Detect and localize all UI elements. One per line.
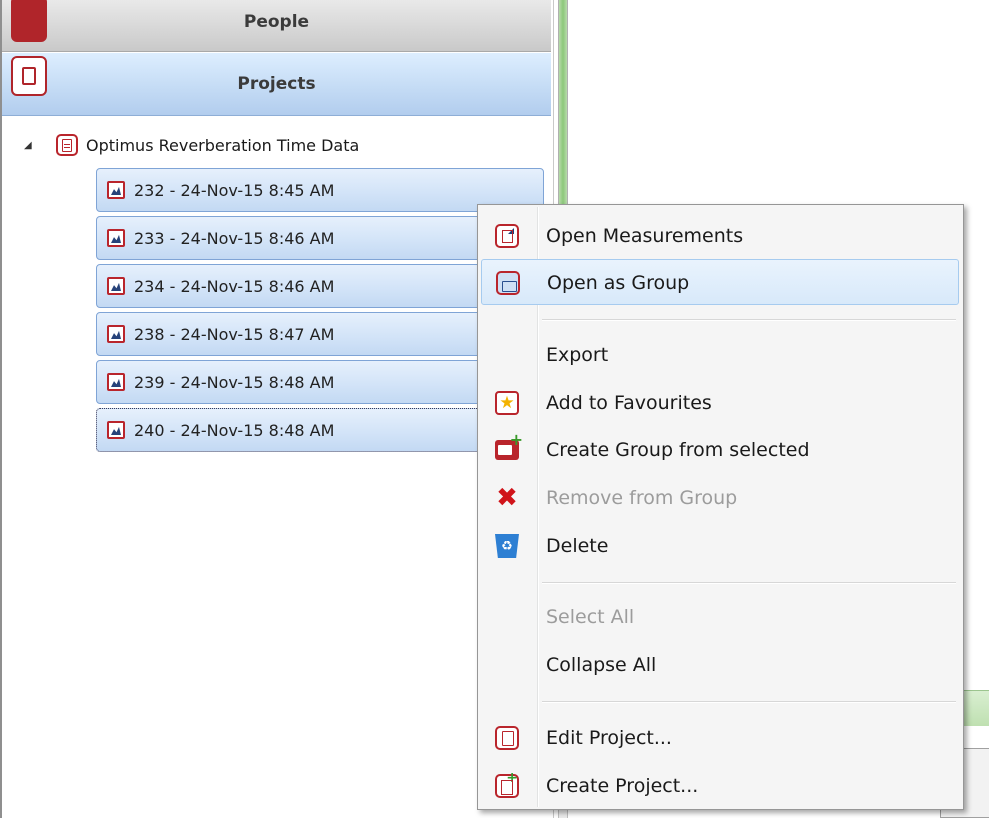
menu-item-delete[interactable]: ♻ Delete: [481, 523, 959, 569]
menu-item-label: Open as Group: [547, 272, 690, 294]
menu-item-label: Delete: [546, 535, 609, 557]
navigation-panel: People Projects ◢ Optimus Reverberation …: [0, 0, 554, 818]
edit-project-icon: [495, 726, 519, 750]
tree-item-label: 234 - 24-Nov-15 8:46 AM: [134, 276, 335, 296]
menu-item-label: Open Measurements: [546, 225, 744, 247]
recycle-bin-icon: ♻: [495, 534, 519, 558]
create-project-icon: [495, 770, 519, 798]
nav-projects-label: Projects: [237, 74, 316, 94]
menu-item-label: Create Group from selected: [546, 439, 810, 461]
menu-item-label: Edit Project...: [546, 727, 672, 749]
tree-item-label: 240 - 24-Nov-15 8:48 AM: [134, 420, 335, 440]
menu-item-open-as-group[interactable]: Open as Group: [481, 259, 959, 305]
panel-splitter-highlight[interactable]: [558, 0, 568, 228]
measurement-icon: [107, 373, 125, 391]
tree-item-label: 232 - 24-Nov-15 8:45 AM: [134, 180, 335, 200]
measurement-icon: [107, 229, 125, 247]
red-x-icon: ✖: [496, 483, 518, 513]
menu-item-label: Remove from Group: [546, 487, 738, 509]
nav-projects-header[interactable]: Projects: [2, 53, 551, 116]
menu-item-create-project[interactable]: Create Project...: [481, 763, 959, 809]
project-icon: [56, 134, 78, 156]
menu-item-export[interactable]: Export: [481, 332, 959, 378]
menu-item-label: Export: [546, 344, 609, 366]
menu-separator: [542, 701, 956, 703]
tree-root-label: Optimus Reverberation Time Data: [86, 135, 360, 155]
menu-item-add-to-favourites[interactable]: ★ Add to Favourites: [481, 380, 959, 426]
measurement-icon: [107, 277, 125, 295]
context-menu: Open Measurements Open as Group Export ★…: [477, 204, 964, 810]
tree-item-label: 239 - 24-Nov-15 8:48 AM: [134, 372, 335, 392]
nav-people-label: People: [243, 12, 310, 32]
menu-item-label: Create Project...: [546, 775, 699, 797]
measurement-icon: [107, 325, 125, 343]
nav-people-header[interactable]: People: [2, 0, 551, 52]
open-measurements-icon: [495, 224, 519, 248]
menu-item-select-all: Select All: [481, 594, 959, 640]
open-group-icon: [496, 271, 520, 295]
menu-item-create-group-from-selected[interactable]: Create Group from selected: [481, 427, 959, 473]
menu-item-remove-from-group: ✖ Remove from Group: [481, 475, 959, 521]
tree-root-project[interactable]: ◢ Optimus Reverberation Time Data: [24, 132, 359, 158]
tree-item-label: 233 - 24-Nov-15 8:46 AM: [134, 228, 335, 248]
menu-item-collapse-all[interactable]: Collapse All: [481, 642, 959, 688]
menu-separator: [542, 319, 956, 321]
menu-item-edit-project[interactable]: Edit Project...: [481, 715, 959, 761]
projects-icon: [11, 56, 47, 96]
tree-item-label: 238 - 24-Nov-15 8:47 AM: [134, 324, 335, 344]
menu-item-open-measurements[interactable]: Open Measurements: [481, 213, 959, 259]
star-icon: ★: [495, 391, 519, 415]
folder-add-icon: [495, 430, 523, 460]
menu-item-label: Select All: [546, 606, 635, 628]
menu-separator: [542, 582, 956, 584]
expand-triangle-icon[interactable]: ◢: [24, 140, 38, 151]
measurement-icon: [107, 421, 125, 439]
menu-item-label: Collapse All: [546, 654, 657, 676]
menu-item-label: Add to Favourites: [546, 392, 712, 414]
measurement-icon: [107, 181, 125, 199]
